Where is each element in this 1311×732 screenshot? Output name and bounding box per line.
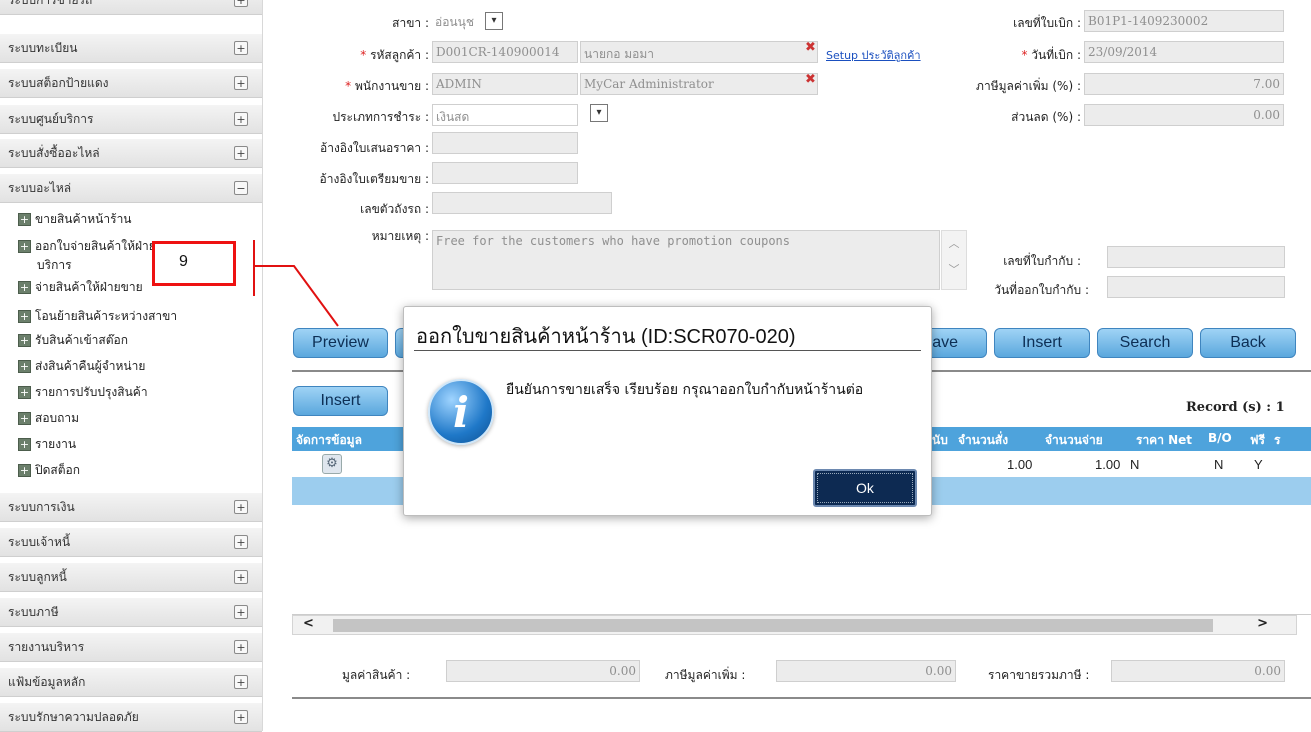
dialog-message: ยืนยันการขายเสร็จ เรียบร้อย กรุณาออกใบกำ… — [506, 382, 864, 398]
confirm-dialog: ออกใบขายสินค้าหน้าร้าน (ID:SCR070-020) i… — [403, 306, 932, 516]
info-icon: i — [428, 379, 494, 445]
dialog-divider — [414, 350, 921, 351]
ok-button[interactable]: Ok — [813, 469, 917, 507]
dialog-title: ออกใบขายสินค้าหน้าร้าน (ID:SCR070-020) — [416, 326, 796, 348]
annotation-callout: 9 — [152, 241, 236, 286]
